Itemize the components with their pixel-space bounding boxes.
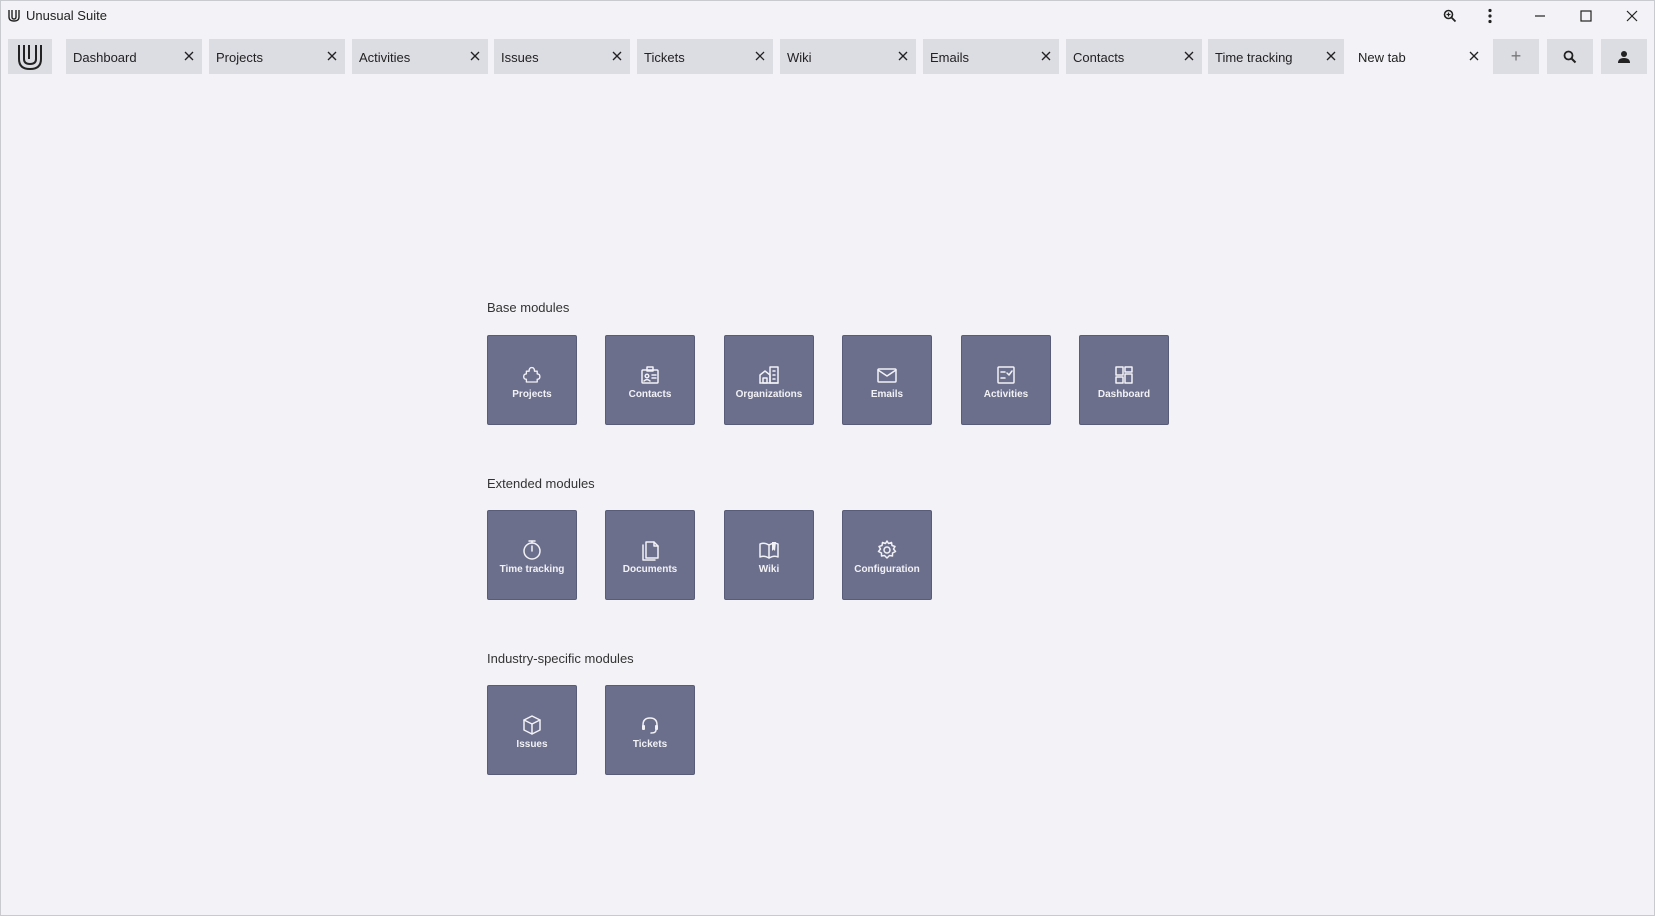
module-tile-time-tracking[interactable]: Time tracking — [487, 510, 577, 600]
tab-close-button[interactable] — [324, 48, 340, 64]
profile-button[interactable] — [1601, 39, 1647, 74]
tab-contacts[interactable]: Contacts — [1066, 39, 1202, 74]
module-label: Dashboard — [1097, 389, 1151, 400]
module-label: Configuration — [854, 564, 920, 575]
tab-close-button[interactable] — [895, 48, 911, 64]
close-window-button[interactable] — [1609, 1, 1655, 31]
module-label: Organizations — [735, 389, 803, 400]
tab-label: Wiki — [787, 50, 812, 65]
tab-close-button[interactable] — [467, 48, 483, 64]
close-icon — [470, 51, 480, 61]
section-title-industry: Industry-specific modules — [487, 651, 634, 666]
close-icon — [1326, 51, 1336, 61]
book-icon — [759, 542, 779, 559]
window-title: Unusual Suite — [26, 8, 107, 23]
tab-label: Contacts — [1073, 50, 1125, 65]
tab-tickets[interactable]: Tickets — [637, 39, 773, 74]
puzzle-icon — [523, 366, 541, 383]
app-logo-icon — [18, 44, 42, 70]
tab-projects[interactable]: Projects — [209, 39, 345, 74]
tab-close-button[interactable] — [1181, 48, 1197, 64]
home-logo-button[interactable] — [8, 39, 52, 74]
module-tile-configuration[interactable]: Configuration — [842, 510, 932, 600]
close-icon — [1469, 51, 1479, 61]
maximize-icon — [1580, 10, 1592, 22]
module-tile-issues[interactable]: Issues — [487, 685, 577, 775]
tab-label: Emails — [930, 50, 970, 65]
tab-close-button[interactable] — [609, 48, 625, 64]
close-icon — [327, 51, 337, 61]
module-label: Tickets — [632, 739, 668, 750]
checklist-icon — [997, 366, 1015, 384]
envelope-icon — [877, 368, 897, 383]
tab-close-button[interactable] — [1466, 48, 1482, 64]
module-label: Emails — [870, 389, 904, 400]
tab-new-tab[interactable]: New tab — [1351, 39, 1487, 74]
more-vert-icon — [1488, 8, 1492, 24]
tab-wiki[interactable]: Wiki — [780, 39, 916, 74]
module-label: Issues — [516, 739, 548, 750]
cube-icon — [523, 715, 541, 735]
gear-icon — [877, 540, 897, 559]
close-icon — [898, 51, 908, 61]
new-tab-button[interactable]: + — [1493, 39, 1539, 74]
tab-dashboard[interactable]: Dashboard — [66, 39, 202, 74]
module-tile-wiki[interactable]: Wiki — [724, 510, 814, 600]
tab-close-button[interactable] — [1038, 48, 1054, 64]
module-label: Projects — [512, 389, 552, 400]
tab-emails[interactable]: Emails — [923, 39, 1059, 74]
close-icon — [1626, 10, 1638, 22]
module-label: Activities — [983, 389, 1029, 400]
minimize-icon — [1535, 15, 1545, 17]
more-options-button[interactable] — [1467, 1, 1513, 31]
module-tile-activities[interactable]: Activities — [961, 335, 1051, 425]
close-icon — [1041, 51, 1051, 61]
tab-label: Dashboard — [73, 50, 137, 65]
contact-card-icon — [641, 366, 659, 384]
tab-close-button[interactable] — [752, 48, 768, 64]
module-tile-projects[interactable]: Projects — [487, 335, 577, 425]
search-button[interactable] — [1547, 39, 1593, 74]
building-icon — [759, 366, 779, 384]
tab-label: Issues — [501, 50, 539, 65]
app-logo-icon — [8, 10, 20, 22]
module-tile-documents[interactable]: Documents — [605, 510, 695, 600]
tab-activities[interactable]: Activities — [352, 39, 488, 74]
section-title-extended: Extended modules — [487, 476, 595, 491]
dashboard-grid-icon — [1115, 366, 1133, 384]
close-icon — [612, 51, 622, 61]
module-label: Contacts — [628, 389, 672, 400]
tab-time-tracking[interactable]: Time tracking — [1208, 39, 1344, 74]
tab-label: New tab — [1358, 50, 1406, 65]
minimize-button[interactable] — [1517, 1, 1563, 31]
stopwatch-icon — [523, 540, 541, 560]
module-tile-emails[interactable]: Emails — [842, 335, 932, 425]
tab-label: Projects — [216, 50, 263, 65]
module-label: Time tracking — [499, 564, 565, 575]
plus-icon: + — [1510, 46, 1522, 66]
tab-close-button[interactable] — [181, 48, 197, 64]
search-icon — [1563, 50, 1577, 63]
module-tile-organizations[interactable]: Organizations — [724, 335, 814, 425]
tab-label: Activities — [359, 50, 411, 65]
module-tile-contacts[interactable]: Contacts — [605, 335, 695, 425]
module-label: Wiki — [758, 564, 780, 575]
module-tile-dashboard[interactable]: Dashboard — [1079, 335, 1169, 425]
tab-label: Tickets — [644, 50, 685, 65]
tab-issues[interactable]: Issues — [494, 39, 630, 74]
close-icon — [1184, 51, 1194, 61]
module-label: Documents — [622, 564, 678, 575]
section-title-base: Base modules — [487, 300, 570, 315]
tab-close-button[interactable] — [1323, 48, 1339, 64]
title-bar: Unusual Suite — [1, 1, 1654, 31]
documents-icon — [642, 541, 659, 561]
module-tile-tickets[interactable]: Tickets — [605, 685, 695, 775]
close-icon — [184, 51, 194, 61]
zoom-icon — [1443, 9, 1457, 23]
close-icon — [755, 51, 765, 61]
person-icon — [1618, 50, 1630, 63]
maximize-button[interactable] — [1563, 1, 1609, 31]
tab-label: Time tracking — [1215, 50, 1293, 65]
headset-icon — [642, 717, 658, 734]
